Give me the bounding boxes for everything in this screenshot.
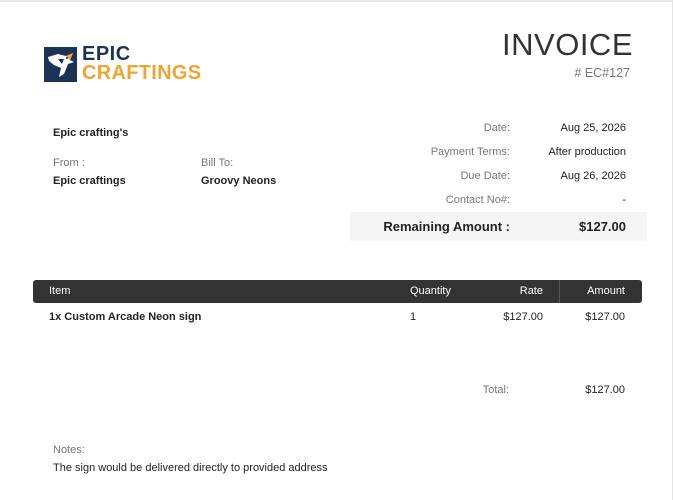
from-label: From : <box>53 157 85 169</box>
sender-company: Epic crafting's <box>53 127 129 139</box>
row-item: 1x Custom Arcade Neon sign <box>49 311 202 323</box>
remaining-amount-value: $127.00 <box>579 219 626 234</box>
meta-label: Payment Terms: <box>430 146 510 158</box>
from-value: Epic craftings <box>53 175 126 187</box>
logo-line-craftings: CRAFTINGS <box>82 62 202 84</box>
bill-to-value: Groovy Neons <box>201 175 277 187</box>
meta-value: Aug 25, 2026 <box>560 122 626 134</box>
meta-row-contact: Contact No#: - <box>350 194 630 208</box>
row-amount: $127.00 <box>585 311 625 323</box>
meta-row-payment-terms: Payment Terms: After production <box>350 146 630 160</box>
header-divider <box>559 280 560 303</box>
row-rate: $127.00 <box>503 311 543 323</box>
meta-value: Aug 26, 2026 <box>560 170 626 182</box>
total-label: Total: <box>482 384 509 396</box>
table-row: 1x Custom Arcade Neon sign 1 $127.00 $12… <box>33 311 642 327</box>
meta-row-date: Date: Aug 25, 2026 <box>350 122 630 136</box>
row-quantity: 1 <box>410 311 417 323</box>
logo-wordmark: EPIC CRAFTINGS <box>82 43 202 84</box>
notes-text: The sign would be delivered directly to … <box>53 462 328 474</box>
remaining-amount-label: Remaining Amount : <box>383 219 510 234</box>
items-table-header: Item Quantity Rate Amount <box>33 280 642 303</box>
invoice-number: # EC#127 <box>574 66 630 80</box>
meta-value: - <box>622 194 626 206</box>
remaining-amount-box: Remaining Amount : $127.00 <box>350 212 647 241</box>
meta-label: Contact No#: <box>445 194 510 206</box>
invoice-title: INVOICE <box>502 27 633 62</box>
meta-label: Date: <box>483 122 510 134</box>
meta-row-due-date: Due Date: Aug 26, 2026 <box>350 170 630 184</box>
meta-value: After production <box>548 146 626 158</box>
eagle-logo-icon <box>44 46 77 82</box>
total-value: $127.00 <box>585 384 625 396</box>
logo-line-epic: EPIC <box>82 43 131 65</box>
header-quantity: Quantity <box>410 285 451 297</box>
header-rate: Rate <box>519 285 543 297</box>
page-top-border <box>0 0 673 2</box>
bill-to-label: Bill To: <box>201 157 234 169</box>
header-item: Item <box>49 285 71 297</box>
header-amount: Amount <box>587 285 625 297</box>
company-logo: EPIC CRAFTINGS <box>44 43 202 84</box>
notes-label: Notes: <box>53 444 85 456</box>
meta-label: Due Date: <box>460 170 510 182</box>
